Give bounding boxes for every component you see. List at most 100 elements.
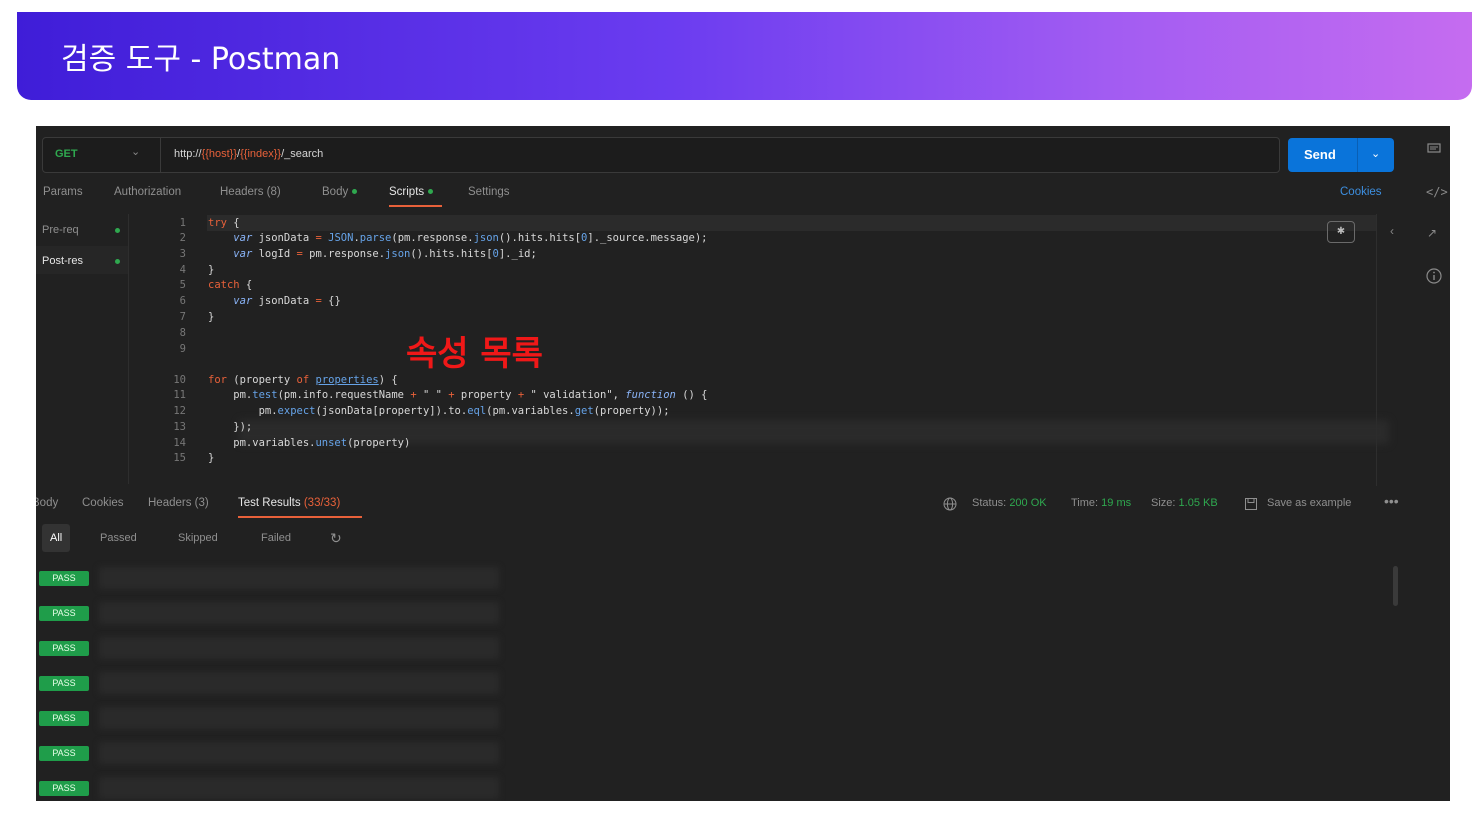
test-filters: All Passed Skipped Failed ↻ (36, 524, 346, 554)
code-line: var logId = pm.response.json().hits.hits… (233, 248, 537, 260)
save-as-example-button[interactable]: Save as example (1267, 497, 1351, 509)
response-tab-test-results[interactable]: Test Results (33/33) (238, 497, 340, 509)
chevron-left-icon[interactable]: ‹ (1390, 224, 1394, 238)
tab-params[interactable]: Params (43, 186, 83, 198)
active-tab-indicator (389, 205, 442, 207)
current-line-highlight (207, 215, 1376, 231)
tab-settings[interactable]: Settings (468, 186, 510, 198)
code-line: try { (208, 217, 240, 229)
response-time: Time: 19 ms (1071, 497, 1132, 509)
annotation-overlay: 속성 목록 (406, 334, 543, 374)
filter-passed[interactable]: Passed (92, 524, 145, 552)
code-line: pm.expect(jsonData[property]).to.eql(pm.… (208, 405, 670, 417)
redacted-test-name (99, 777, 499, 799)
line-number: 12 (173, 405, 186, 417)
tab-body-label: Body (322, 186, 349, 198)
line-number: 5 (179, 279, 186, 291)
code-line: var jsonData = {} (233, 295, 341, 307)
active-tab-indicator (238, 516, 362, 518)
pass-badge: PASS (39, 711, 89, 726)
status-dot (115, 228, 120, 233)
nav-pre-request[interactable]: Pre-req (42, 224, 79, 236)
divider (160, 138, 161, 172)
code-icon[interactable]: </> (1426, 185, 1448, 199)
line-number: 1 (179, 217, 186, 229)
pass-badge: PASS (39, 781, 89, 796)
status-code: Status: 200 OK (972, 497, 1047, 509)
test-results-label: Test Results (238, 497, 301, 509)
line-number: 4 (179, 264, 186, 276)
send-button-label: Send (1304, 147, 1336, 162)
slide-title-banner: 검증 도구 - Postman (17, 12, 1472, 100)
line-number: 14 (173, 437, 186, 449)
nav-post-response[interactable]: Post-res (42, 255, 83, 267)
redacted-test-name (99, 707, 499, 729)
code-line: pm.variables.unset(property) (208, 437, 411, 449)
pass-badge: PASS (39, 606, 89, 621)
code-line: pm.test(pm.info.requestName + " " + prop… (208, 389, 708, 401)
slide-title: 검증 도구 - Postman (61, 42, 341, 77)
pass-badge: PASS (39, 746, 89, 761)
response-size: Size: 1.05 KB (1151, 497, 1218, 509)
scripts-nav: Pre-req Post-res (36, 214, 129, 484)
code-line: } (208, 452, 215, 464)
refresh-icon[interactable]: ↻ (322, 524, 350, 552)
scrollbar[interactable] (1393, 566, 1398, 606)
code-editor[interactable]: 1 2 3 4 5 6 7 8 9 10 11 12 13 14 15 try { var jsonData… (129, 214, 1389, 486)
status-dot (352, 189, 358, 195)
save-icon[interactable] (1244, 497, 1258, 514)
redacted-test-name (99, 567, 499, 589)
divider (1357, 138, 1358, 172)
redacted-region (239, 420, 1389, 444)
code-line: catch { (208, 279, 253, 291)
status-dot (428, 189, 434, 195)
test-results-count: (33/33) (303, 497, 341, 509)
method-select[interactable]: GET (55, 148, 78, 160)
filter-all[interactable]: All (42, 524, 71, 552)
filter-failed[interactable]: Failed (253, 524, 299, 552)
url-bar: GET ⌄ http://{{host}}/{{index}}/_search (42, 137, 1280, 173)
redacted-test-name (99, 602, 499, 624)
code-line: }); (208, 421, 253, 433)
line-number: 6 (179, 295, 186, 307)
tab-body[interactable]: Body (322, 186, 358, 198)
line-number: 11 (173, 389, 186, 401)
response-tab-headers[interactable]: Headers (3) (148, 497, 209, 509)
tab-authorization[interactable]: Authorization (114, 186, 181, 198)
code-line: } (208, 264, 215, 276)
pass-badge: PASS (39, 676, 89, 691)
url-input[interactable]: http://{{host}}/{{index}}/_search (174, 148, 323, 160)
line-number: 9 (179, 343, 186, 355)
code-line: var jsonData = JSON.parse(pm.response.js… (233, 232, 708, 244)
filter-skipped[interactable]: Skipped (170, 524, 226, 552)
tab-headers[interactable]: Headers (8) (220, 186, 281, 198)
redacted-test-name (99, 742, 499, 764)
globe-icon[interactable] (943, 497, 957, 514)
cookies-link[interactable]: Cookies (1340, 186, 1382, 198)
line-number: 10 (173, 374, 186, 386)
pass-badge: PASS (39, 571, 89, 586)
send-button[interactable]: Send ⌄ (1288, 138, 1394, 172)
info-icon[interactable] (1426, 268, 1442, 287)
line-number: 15 (173, 452, 186, 464)
line-number: 2 (179, 232, 186, 244)
expand-icon[interactable]: ↗ (1427, 226, 1437, 240)
response-tab-cookies[interactable]: Cookies (82, 497, 124, 509)
pass-badge: PASS (39, 641, 89, 656)
response-tab-body[interactable]: Body (36, 497, 58, 509)
beautify-icon[interactable]: ✱ (1327, 221, 1355, 243)
line-number: 8 (179, 327, 186, 339)
chevron-down-icon[interactable]: ⌄ (131, 145, 140, 158)
postman-screenshot: GET ⌄ http://{{host}}/{{index}}/_search … (36, 126, 1450, 801)
tab-scripts[interactable]: Scripts (389, 186, 434, 198)
code-line: } (208, 311, 215, 323)
line-number: 13 (173, 421, 186, 433)
chevron-down-icon[interactable]: ⌄ (1371, 147, 1380, 160)
code-line: for (property of properties) { (208, 374, 398, 386)
more-icon[interactable]: ••• (1384, 493, 1399, 509)
tab-scripts-label: Scripts (389, 186, 425, 198)
redacted-test-name (99, 637, 499, 659)
line-number: 7 (179, 311, 186, 323)
comment-icon[interactable] (1427, 143, 1441, 158)
redacted-test-name (99, 672, 499, 694)
